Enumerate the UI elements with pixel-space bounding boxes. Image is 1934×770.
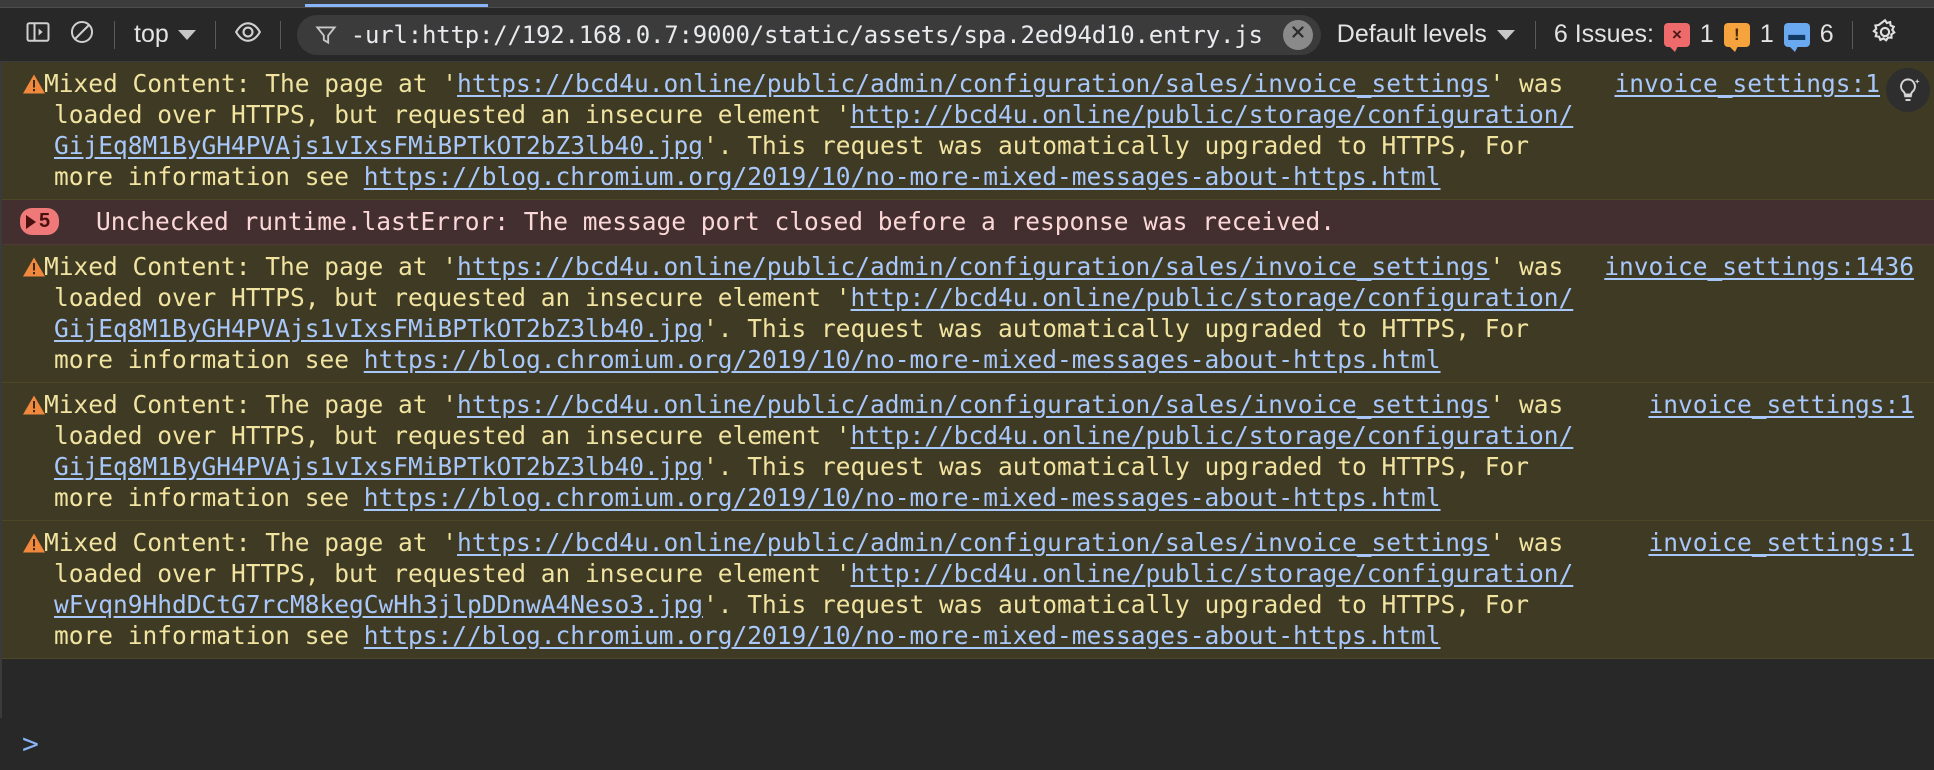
issue-warning-icon: ! <box>1723 22 1750 52</box>
console-settings-button[interactable] <box>1863 15 1907 55</box>
expand-triangle-icon <box>26 214 36 229</box>
console-filter-box[interactable]: -url:http://192.168.0.7:9000/static/asse… <box>296 14 1321 55</box>
clear-console-icon <box>68 18 96 51</box>
warning-triangle-icon <box>22 254 46 277</box>
issue-warning-count: 1 <box>1759 20 1774 48</box>
issues-summary-button[interactable]: 6 Issues: × 1 ! 1 ▬ 6 <box>1546 16 1842 53</box>
live-expression-button[interactable] <box>226 15 270 55</box>
gear-icon <box>1870 17 1900 52</box>
console-message-text-segment: Mixed Content: The page at ' <box>44 69 458 98</box>
console-message-source-link[interactable]: invoice_settings:1 <box>1614 68 1880 99</box>
console-message-text: Unchecked runtime.lastError: The message… <box>18 206 1918 237</box>
chevron-down-icon <box>177 29 196 40</box>
execution-context-selector[interactable]: top <box>125 15 205 54</box>
console-message-link[interactable]: https://blog.chromium.org/2019/10/no-mor… <box>364 162 1441 191</box>
clear-console-button[interactable] <box>60 15 104 55</box>
console-message-list[interactable]: Mixed Content: The page at 'https://bcd4… <box>0 62 1934 718</box>
active-tab-underline <box>305 4 488 7</box>
repeat-count-label: 5 <box>39 210 51 232</box>
issues-label: 6 Issues: <box>1553 20 1654 48</box>
console-message-link[interactable]: https://bcd4u.online/public/admin/config… <box>457 528 1490 557</box>
console-message-link[interactable]: https://bcd4u.online/public/admin/config… <box>457 390 1490 419</box>
toolbar-divider <box>279 20 281 49</box>
toolbar-divider <box>114 20 115 49</box>
devtools-console-panel: top -url:http://192.168.0.7:9000/static/… <box>0 0 1934 770</box>
console-toolbar: top -url:http://192.168.0.7:9000/static/… <box>0 8 1934 62</box>
toolbar-divider <box>214 20 216 49</box>
console-message-text-segment: Unchecked runtime.lastError: The message… <box>96 207 1336 236</box>
console-warning-message[interactable]: Mixed Content: The page at 'https://bcd4… <box>2 383 1934 521</box>
console-message-link[interactable]: https://bcd4u.online/public/admin/config… <box>457 252 1490 281</box>
console-error-message[interactable]: 5 Unchecked runtime.lastError: The messag… <box>2 200 1934 245</box>
prompt-chevron-icon: > <box>22 727 39 760</box>
console-message-text-segment: Mixed Content: The page at ' <box>44 252 458 281</box>
console-message-source-link[interactable]: invoice_settings:1 <box>1648 527 1914 558</box>
devtools-tabstrip <box>0 0 1934 8</box>
console-warning-message[interactable]: Mixed Content: The page at 'https://bcd4… <box>2 245 1934 383</box>
log-levels-dropdown[interactable]: Default levels <box>1327 15 1525 54</box>
warning-triangle-icon <box>22 71 46 94</box>
console-sidebar-icon <box>24 18 52 51</box>
console-message-text-segment: Mixed Content: The page at ' <box>44 390 458 419</box>
console-message-text: Mixed Content: The page at 'https://bcd4… <box>18 527 1918 651</box>
warning-triangle-icon <box>22 530 46 553</box>
console-message-source-link[interactable]: invoice_settings:1436 <box>1604 251 1914 282</box>
clear-filter-button[interactable] <box>1282 19 1313 50</box>
toolbar-divider <box>1851 20 1853 49</box>
console-message-link[interactable]: https://blog.chromium.org/2019/10/no-mor… <box>364 345 1441 374</box>
console-warning-message[interactable]: Mixed Content: The page at 'https://bcd4… <box>2 62 1934 200</box>
log-levels-label: Default levels <box>1336 20 1487 48</box>
toolbar-divider <box>1534 20 1536 49</box>
console-message-link[interactable]: https://blog.chromium.org/2019/10/no-mor… <box>364 483 1441 512</box>
console-warning-message[interactable]: Mixed Content: The page at 'https://bcd4… <box>2 521 1934 659</box>
console-message-text: Mixed Content: The page at 'https://bcd4… <box>18 389 1918 513</box>
ai-insights-lightbulb-icon[interactable] <box>1886 68 1930 112</box>
console-prompt-input[interactable] <box>39 730 1918 758</box>
console-message-link[interactable]: https://blog.chromium.org/2019/10/no-mor… <box>364 621 1441 650</box>
console-sidebar-toggle-button[interactable] <box>16 15 60 55</box>
filter-funnel-icon <box>313 22 339 48</box>
console-message-text-segment: Mixed Content: The page at ' <box>44 528 458 557</box>
clear-input-icon <box>1289 23 1307 46</box>
console-prompt[interactable]: > <box>0 718 1934 770</box>
warning-triangle-icon <box>22 392 46 415</box>
console-message-link[interactable]: https://bcd4u.online/public/admin/config… <box>457 69 1490 98</box>
console-message-source-link[interactable]: invoice_settings:1 <box>1648 389 1914 420</box>
chevron-down-icon <box>1496 29 1515 40</box>
issue-info-count: 6 <box>1819 20 1834 48</box>
console-filter-input[interactable]: -url:http://192.168.0.7:9000/static/asse… <box>351 21 1277 49</box>
issue-info-icon: ▬ <box>1783 22 1810 52</box>
execution-context-label: top <box>134 20 169 48</box>
issue-error-icon: × <box>1663 22 1690 52</box>
live-expression-eye-icon <box>233 17 263 52</box>
message-repeat-count-badge[interactable]: 5 <box>20 208 60 235</box>
issue-error-count: 1 <box>1699 20 1714 48</box>
